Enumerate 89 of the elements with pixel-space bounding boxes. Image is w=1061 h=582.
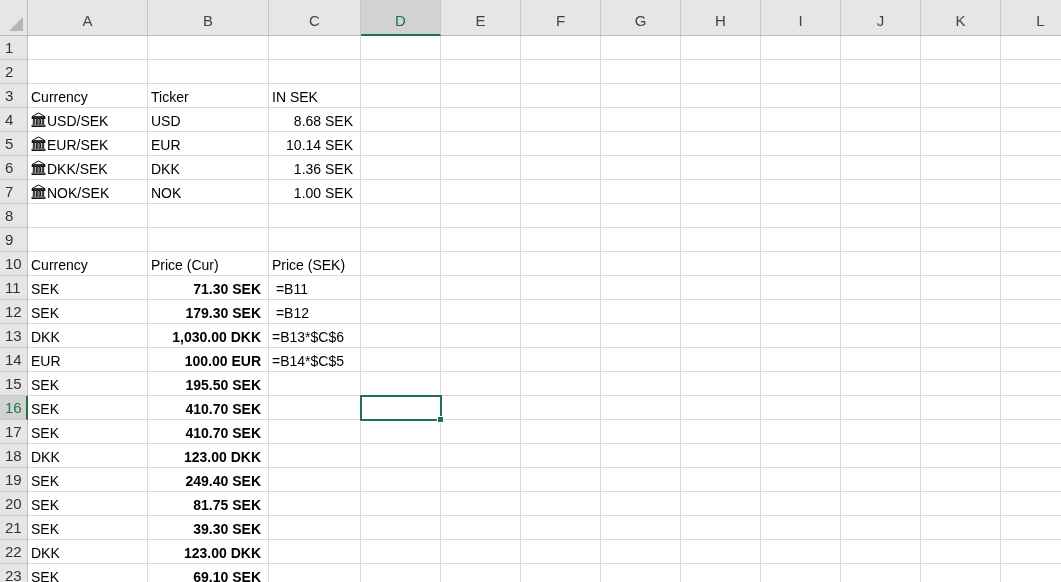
column-header[interactable]: F	[521, 0, 601, 36]
cell-text: DKK	[31, 328, 60, 346]
cell-text: DKK	[151, 160, 180, 178]
cell-text: SEK	[31, 304, 59, 322]
cell-text: USD	[151, 112, 181, 130]
column-header[interactable]: K	[921, 0, 1001, 36]
bank-icon[interactable]	[31, 184, 46, 199]
cell-text: 1.00 SEK	[293, 184, 354, 202]
cell-text: Currency	[31, 256, 88, 274]
cell-text: SEK	[31, 568, 59, 582]
row-header[interactable]: 23	[0, 564, 28, 582]
cell-text: IN SEK	[272, 88, 318, 106]
active-cell-cursor[interactable]	[360, 395, 442, 421]
row-header[interactable]: 3	[0, 84, 28, 108]
cell-text: DKK	[31, 544, 60, 562]
cell-text: 71.30 SEK	[193, 280, 262, 298]
cell-text: EUR	[31, 352, 61, 370]
column-header[interactable]: G	[601, 0, 681, 36]
row-header[interactable]: 20	[0, 492, 28, 516]
cell-text: 123.00 DKK	[183, 448, 262, 466]
column-header[interactable]: L	[1001, 0, 1061, 36]
cell-text: 195.50 SEK	[185, 376, 262, 394]
cell-text: SEK	[31, 424, 59, 442]
row-header[interactable]: 18	[0, 444, 28, 468]
row-header[interactable]: 7	[0, 180, 28, 204]
row-header[interactable]: 12	[0, 300, 28, 324]
cell-text: NOK/SEK	[47, 184, 110, 202]
cell-text: SEK	[31, 496, 59, 514]
cell-text: EUR	[151, 136, 181, 154]
row-header[interactable]: 17	[0, 420, 28, 444]
column-header[interactable]: I	[761, 0, 841, 36]
cell-text: SEK	[31, 280, 59, 298]
column-header[interactable]: J	[841, 0, 921, 36]
row-header[interactable]: 13	[0, 324, 28, 348]
row-header[interactable]: 10	[0, 252, 28, 276]
cell-text: =B12	[274, 304, 309, 322]
cell-text: SEK	[31, 400, 59, 418]
cell-text: NOK	[151, 184, 182, 202]
row-header[interactable]: 16	[0, 396, 28, 420]
cell-text: USD/SEK	[47, 112, 109, 130]
corner-triangle-icon	[9, 17, 23, 31]
row-header[interactable]: 8	[0, 204, 28, 228]
cell-text: 249.40 SEK	[185, 472, 262, 490]
row-header[interactable]: 5	[0, 132, 28, 156]
cell-text: 410.70 SEK	[185, 400, 262, 418]
cell-text: 81.75 SEK	[193, 496, 262, 514]
cell-text: Price (Cur)	[151, 256, 219, 274]
bank-icon[interactable]	[31, 136, 46, 151]
cell-text: 123.00 DKK	[183, 544, 262, 562]
cell-text: SEK	[31, 472, 59, 490]
row-header[interactable]: 2	[0, 60, 28, 84]
cell-text: 8.68 SEK	[293, 112, 354, 130]
row-header[interactable]: 15	[0, 372, 28, 396]
cell-text: SEK	[31, 376, 59, 394]
cell-text: 1,030.00 DKK	[172, 328, 262, 346]
row-header[interactable]: 19	[0, 468, 28, 492]
cell-text: DKK/SEK	[47, 160, 108, 178]
cell-text: =B14*$C$5	[272, 352, 344, 370]
cell-text: 39.30 SEK	[193, 520, 262, 538]
cell-text: 410.70 SEK	[185, 424, 262, 442]
cell-text: DKK	[31, 448, 60, 466]
row-header[interactable]: 1	[0, 36, 28, 60]
column-header[interactable]: A	[28, 0, 148, 36]
column-header[interactable]: E	[441, 0, 521, 36]
column-header[interactable]: C	[269, 0, 361, 36]
cell-text: 1.36 SEK	[293, 160, 354, 178]
cell-text: EUR/SEK	[47, 136, 109, 154]
cell-text: =B11	[274, 280, 308, 298]
row-header[interactable]: 11	[0, 276, 28, 300]
row-header[interactable]: 21	[0, 516, 28, 540]
bank-icon[interactable]	[31, 112, 46, 127]
row-header[interactable]: 14	[0, 348, 28, 372]
row-header[interactable]: 6	[0, 156, 28, 180]
cell-text: 10.14 SEK	[286, 136, 354, 154]
cell-text: =B13*$C$6	[272, 328, 344, 346]
cell-text: Currency	[31, 88, 88, 106]
cell-text: 179.30 SEK	[185, 304, 262, 322]
row-header[interactable]: 22	[0, 540, 28, 564]
cell-text: Ticker	[151, 88, 189, 106]
cell-text: 69.10 SEK	[193, 568, 262, 582]
row-header[interactable]: 9	[0, 228, 28, 252]
column-header[interactable]: H	[681, 0, 761, 36]
cell-text: SEK	[31, 520, 59, 538]
column-header[interactable]: D	[361, 0, 441, 36]
cell-text: Price (SEK)	[272, 256, 346, 274]
bank-icon[interactable]	[31, 160, 46, 175]
row-header[interactable]: 4	[0, 108, 28, 132]
column-header[interactable]: B	[148, 0, 269, 36]
cell-text: 100.00 EUR	[184, 352, 262, 370]
